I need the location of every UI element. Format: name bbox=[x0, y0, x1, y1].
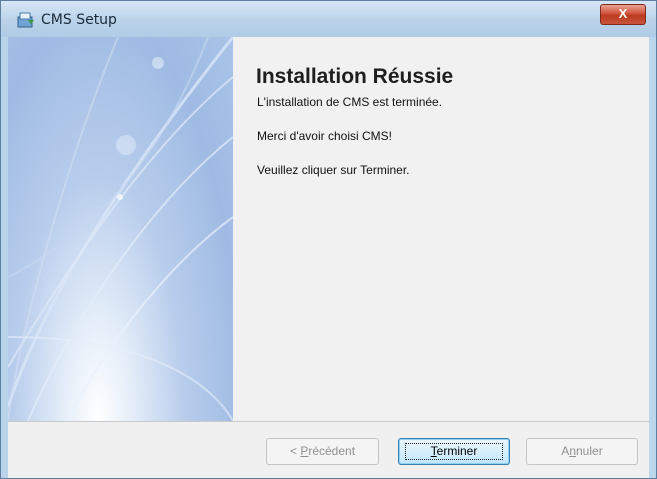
finish-button[interactable]: Terminer bbox=[398, 438, 510, 465]
close-button[interactable]: X bbox=[600, 4, 646, 25]
cancel-button[interactable]: Annuler bbox=[526, 438, 638, 465]
completion-message: L'installation de CMS est terminée. bbox=[257, 95, 443, 109]
installer-icon bbox=[17, 12, 35, 28]
title-bar[interactable]: CMS Setup X bbox=[1, 1, 656, 37]
close-icon: X bbox=[618, 6, 628, 21]
wizard-banner-image bbox=[8, 37, 233, 421]
wizard-button-bar: < Précédent Terminer Annuler bbox=[8, 421, 649, 478]
page-title: Installation Réussie bbox=[256, 65, 454, 88]
thanks-message: Merci d'avoir choisi CMS! bbox=[257, 129, 392, 143]
focus-indicator bbox=[405, 443, 503, 460]
window-title: CMS Setup bbox=[41, 12, 117, 28]
wizard-client-area: Installation Réussie L'installation de C… bbox=[8, 37, 649, 421]
setup-window: CMS Setup X Installation Réussie L'insta… bbox=[0, 0, 657, 479]
instruction-message: Veuillez cliquer sur Terminer. bbox=[257, 163, 410, 177]
previous-button[interactable]: < Précédent bbox=[266, 438, 379, 465]
